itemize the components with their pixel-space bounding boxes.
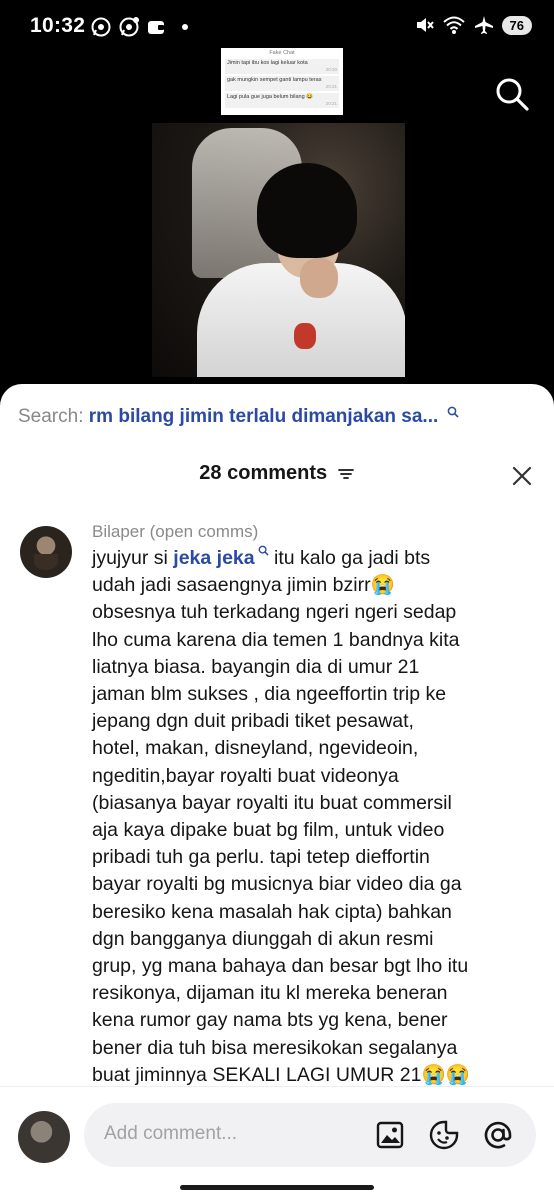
chat-overlay-image: Fake Chat Jimin tapi ibu kos lagi keluar…	[221, 48, 343, 115]
more-notifications-dot	[182, 24, 188, 30]
whatsapp-icon	[91, 17, 111, 37]
avatar	[18, 1111, 70, 1163]
person-hand	[300, 258, 338, 298]
emoji-icon[interactable]	[428, 1119, 460, 1151]
video-frame	[152, 123, 405, 377]
system-icons: 76	[414, 15, 532, 35]
wifi-icon	[442, 16, 465, 34]
comment-input-placeholder: Add comment...	[104, 1123, 238, 1144]
mute-icon	[416, 18, 434, 32]
chat-overlay-message-time: 20:20	[325, 67, 337, 73]
whatsapp-business-icon	[119, 17, 139, 37]
close-icon[interactable]	[510, 464, 534, 488]
status-time: 10:32	[30, 14, 86, 37]
wallet-icon	[148, 21, 164, 34]
chat-overlay-message-text: Lagi pula gue juga belum bilang 😂	[227, 94, 314, 101]
search-icon	[447, 406, 459, 418]
battery-indicator: 76	[501, 15, 532, 35]
comment-compose-bar: Add comment...	[0, 1086, 554, 1200]
comment-author[interactable]: Bilaper (open comms)	[92, 522, 258, 542]
person-hair	[257, 163, 357, 258]
search-label: Search:	[18, 406, 84, 427]
airplane-icon	[474, 16, 493, 34]
comments-header: 28 comments	[0, 462, 554, 485]
comment-text-start: jyujyur si	[92, 547, 174, 569]
notification-icons	[90, 16, 188, 38]
related-search[interactable]: Search: rm bilang jimin terlalu dimanjak…	[18, 406, 459, 428]
comments-sheet: Search: rm bilang jimin terlalu dimanjak…	[0, 384, 554, 1200]
chat-overlay-message-text: gak mungkin sempet ganti lampu teras	[227, 77, 322, 84]
comments-count: 28 comments	[199, 462, 328, 484]
comment-text: jyujyur si jeka jeka itu kalo ga jadi bt…	[92, 545, 540, 1089]
avatar[interactable]	[20, 526, 72, 578]
chat-overlay-header: Fake Chat	[269, 50, 295, 56]
search-icon[interactable]	[494, 76, 530, 112]
comment-text-rest: itu kalo ga jadi bts udah jadi sasaengny…	[92, 547, 471, 1086]
chat-overlay-message-time: 20:21	[325, 84, 337, 90]
video-player[interactable]: Fake Chat Jimin tapi ibu kos lagi keluar…	[0, 48, 554, 386]
comment-input[interactable]: Add comment...	[84, 1103, 536, 1167]
chat-overlay-message: gak mungkin sempet ganti lampu teras 20:…	[225, 76, 339, 92]
jacket-badge	[294, 323, 316, 349]
home-indicator[interactable]	[180, 1185, 374, 1190]
chat-overlay-message: Jimin tapi ibu kos lagi keluar kota 20:2…	[225, 59, 339, 75]
chat-overlay-message: Lagi pula gue juga belum bilang 😂 20:21	[225, 93, 339, 109]
image-icon[interactable]	[374, 1119, 406, 1151]
search-query-link[interactable]: rm bilang jimin terlalu dimanjakan sa...	[89, 406, 439, 427]
mention-icon[interactable]	[482, 1119, 514, 1151]
chat-overlay-message-time: 20:21	[325, 101, 337, 107]
comment-search-link[interactable]: jeka jeka	[173, 547, 254, 569]
sort-icon[interactable]	[337, 467, 355, 481]
search-icon	[258, 545, 269, 556]
chat-overlay-message-text: Jimin tapi ibu kos lagi keluar kota	[227, 60, 308, 67]
